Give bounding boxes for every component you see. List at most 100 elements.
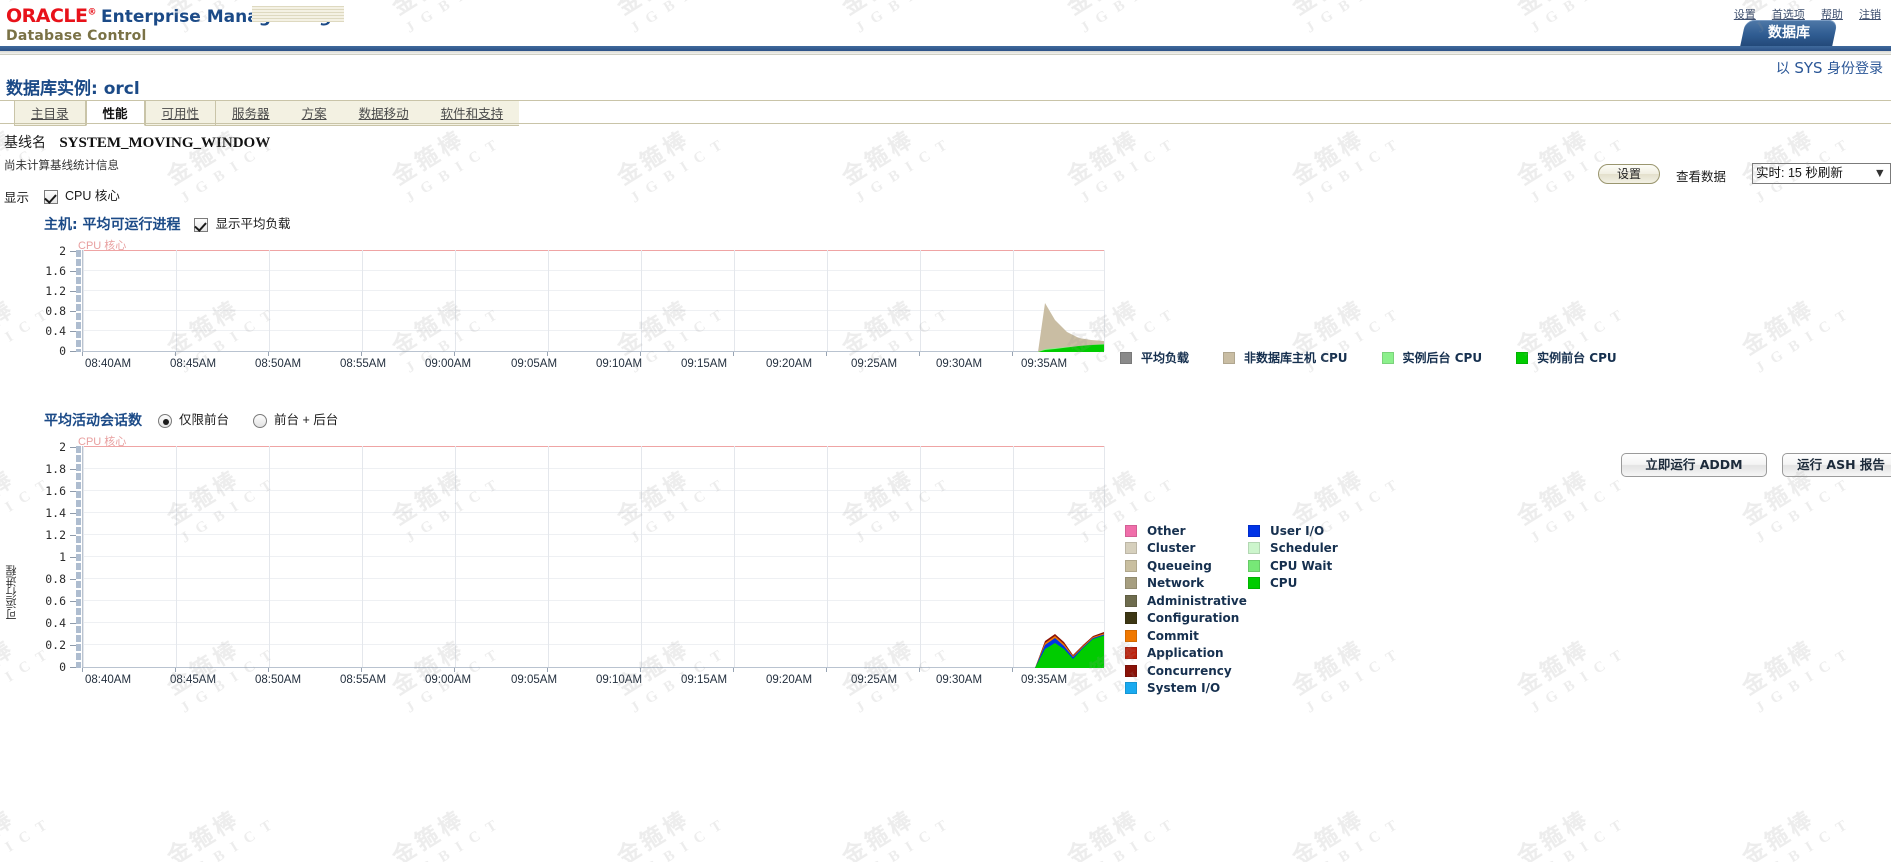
settings-button[interactable]: 设置 xyxy=(1598,164,1660,184)
show-average-load-checkbox[interactable] xyxy=(194,218,209,232)
cpu-cores-checkbox[interactable] xyxy=(44,190,58,204)
legend-label: Scheduler xyxy=(1270,541,1338,556)
aas-chart-legend-column-2: User I/O Scheduler CPU Wait CPU xyxy=(1248,522,1338,592)
chevron-down-icon: ▼ xyxy=(1873,166,1886,180)
view-data-selected-value: 实时: 15 秒刷新 xyxy=(1756,166,1843,180)
cpu-cores-label: CPU 核心 xyxy=(65,189,120,203)
host-ytick-0-4: 0.4 xyxy=(45,324,66,338)
legend-label: Commit xyxy=(1147,628,1199,643)
host-xtick-label: 09:35AM xyxy=(1021,358,1068,370)
aas-xtick-mark xyxy=(361,668,362,672)
host-ytick-1-2: 1.2 xyxy=(45,284,66,298)
host-xtick-label: 09:05AM xyxy=(511,358,558,370)
host-xtick-mark xyxy=(640,352,641,356)
radio-foreground-plus-background[interactable] xyxy=(253,414,268,428)
legend-swatch xyxy=(1248,542,1260,555)
host-ytick-2: 2 xyxy=(59,244,66,258)
global-link-logout[interactable]: 注销 xyxy=(1859,9,1881,21)
legend-item-configuration[interactable]: Configuration xyxy=(1125,610,1247,628)
legend-item-user-io[interactable]: User I/O xyxy=(1248,522,1338,540)
legend-item-application[interactable]: Application xyxy=(1125,645,1247,663)
tab-data-movement-label: 数据移动 xyxy=(358,107,409,121)
radio-foreground-plus-background-label: 前台 + 后台 xyxy=(274,413,339,427)
legend-item-instance-foreground-cpu[interactable]: 实例前台 CPU xyxy=(1516,349,1617,366)
legend-item-queueing[interactable]: Queueing xyxy=(1125,557,1247,575)
legend-swatch xyxy=(1223,352,1236,364)
registered-mark-icon: ® xyxy=(87,7,97,18)
legend-item-other[interactable]: Other xyxy=(1125,522,1247,540)
legend-item-cluster[interactable]: Cluster xyxy=(1125,540,1247,558)
legend-item-network[interactable]: Network xyxy=(1125,575,1247,593)
main-tabstrip: 主目录 性能 可用性 服务器 方案 数据移动 软件和支持 xyxy=(0,100,1891,126)
legend-swatch xyxy=(1125,524,1137,537)
legend-swatch xyxy=(1381,352,1394,364)
tab-schema-label: 方案 xyxy=(301,107,327,121)
host-chart: 可运行进程 2 1.6 1.2 0.8 0.4 0 CPU 核心 08:40AM… xyxy=(0,240,1891,620)
header-gray-rule xyxy=(0,51,1891,55)
global-header: ORACLE®Enterprise Manager 11g Database C… xyxy=(0,0,1891,46)
legend-swatch xyxy=(1125,559,1137,572)
legend-label: Network xyxy=(1147,576,1205,591)
legend-item-cpu[interactable]: CPU xyxy=(1248,575,1338,593)
host-chart-title: 主机: 平均可运行进程 xyxy=(44,217,181,233)
cpu-cores-checkbox-group[interactable]: CPU 核心 xyxy=(44,185,120,204)
aas-ytick-1: 1 xyxy=(59,550,66,564)
aas-ytick-1-2: 1.2 xyxy=(45,528,66,542)
watermark-text: 金箍棒J G B I C T xyxy=(837,805,953,862)
radio-foreground-only[interactable] xyxy=(158,414,172,428)
legend-item-commit[interactable]: Commit xyxy=(1125,627,1247,645)
login-as-label: 以 SYS 身份登录 xyxy=(1775,59,1883,77)
legend-swatch xyxy=(1125,577,1137,590)
aas-xtick-label: 08:55AM xyxy=(340,674,387,686)
legend-swatch xyxy=(1125,542,1137,555)
host-chart-plot-area xyxy=(82,250,1105,352)
view-data-select[interactable]: 实时: 15 秒刷新 ▼ xyxy=(1752,163,1891,184)
watermark-text: 金箍棒J G B I C T xyxy=(0,805,53,862)
legend-item-average-load[interactable]: 平均负载 xyxy=(1120,349,1189,366)
host-xtick-mark xyxy=(547,352,548,356)
product-subtitle: Database Control xyxy=(6,28,147,44)
legend-item-administrative[interactable]: Administrative xyxy=(1125,592,1247,610)
legend-item-scheduler[interactable]: Scheduler xyxy=(1248,540,1338,558)
host-xtick-label: 09:15AM xyxy=(681,358,728,370)
legend-swatch xyxy=(1125,664,1137,677)
aas-chart-legend-column-1: Other Cluster Queueing Network Administr… xyxy=(1125,522,1247,697)
aas-chart: 2 1.8 1.6 1.4 1.2 1 0.8 0.6 0.4 0.2 0 CP… xyxy=(0,436,1891,736)
legend-label: Administrative xyxy=(1147,593,1247,608)
aas-xtick-label: 09:30AM xyxy=(936,674,983,686)
aas-xtick-label: 08:45AM xyxy=(170,674,217,686)
watermark-text: 金箍棒J G B I C T xyxy=(612,805,728,862)
legend-item-non-db-host-cpu[interactable]: 非数据库主机 CPU xyxy=(1223,349,1348,366)
tab-availability-label: 可用性 xyxy=(161,107,200,121)
legend-item-system-io[interactable]: System I/O xyxy=(1125,680,1247,698)
display-label: 显示 xyxy=(4,191,30,205)
host-xtick-label: 09:20AM xyxy=(766,358,813,370)
legend-swatch xyxy=(1125,647,1137,660)
watermark-text: 金箍棒J G B I C T xyxy=(1287,805,1403,862)
baseline-label: 基线名 xyxy=(4,134,46,150)
legend-label: 实例前台 CPU xyxy=(1537,351,1617,365)
legend-label: Application xyxy=(1147,646,1224,661)
host-xtick-mark xyxy=(361,352,362,356)
host-xtick-mark xyxy=(733,352,734,356)
legend-label: 非数据库主机 CPU xyxy=(1244,351,1348,365)
aas-chart-header: 平均活动会话数 仅限前台 前台 + 后台 xyxy=(44,409,338,430)
legend-item-concurrency[interactable]: Concurrency xyxy=(1125,662,1247,680)
database-tab-label: 数据库 xyxy=(1768,25,1810,41)
host-xtick-label: 09:00AM xyxy=(425,358,472,370)
legend-item-instance-background-cpu[interactable]: 实例后台 CPU xyxy=(1381,349,1483,366)
legend-label: 实例后台 CPU xyxy=(1402,351,1483,365)
host-xtick-mark xyxy=(268,352,269,356)
baseline-value: SYSTEM_MOVING_WINDOW xyxy=(59,135,271,151)
aas-xtick-label: 09:05AM xyxy=(511,674,558,686)
database-tab[interactable]: 数据库 xyxy=(1740,20,1838,46)
legend-swatch xyxy=(1248,524,1260,537)
radio-foreground-only-label: 仅限前台 xyxy=(179,413,230,427)
legend-item-cpu-wait[interactable]: CPU Wait xyxy=(1248,557,1338,575)
host-chart-header: 主机: 平均可运行进程 显示平均负载 xyxy=(44,213,291,234)
legend-swatch xyxy=(1248,577,1260,590)
legend-swatch xyxy=(1120,352,1132,364)
host-xtick-label: 08:40AM xyxy=(85,358,132,370)
aas-xtick-mark xyxy=(919,668,920,672)
watermark-text: 金箍棒J G B I C T xyxy=(162,805,278,862)
